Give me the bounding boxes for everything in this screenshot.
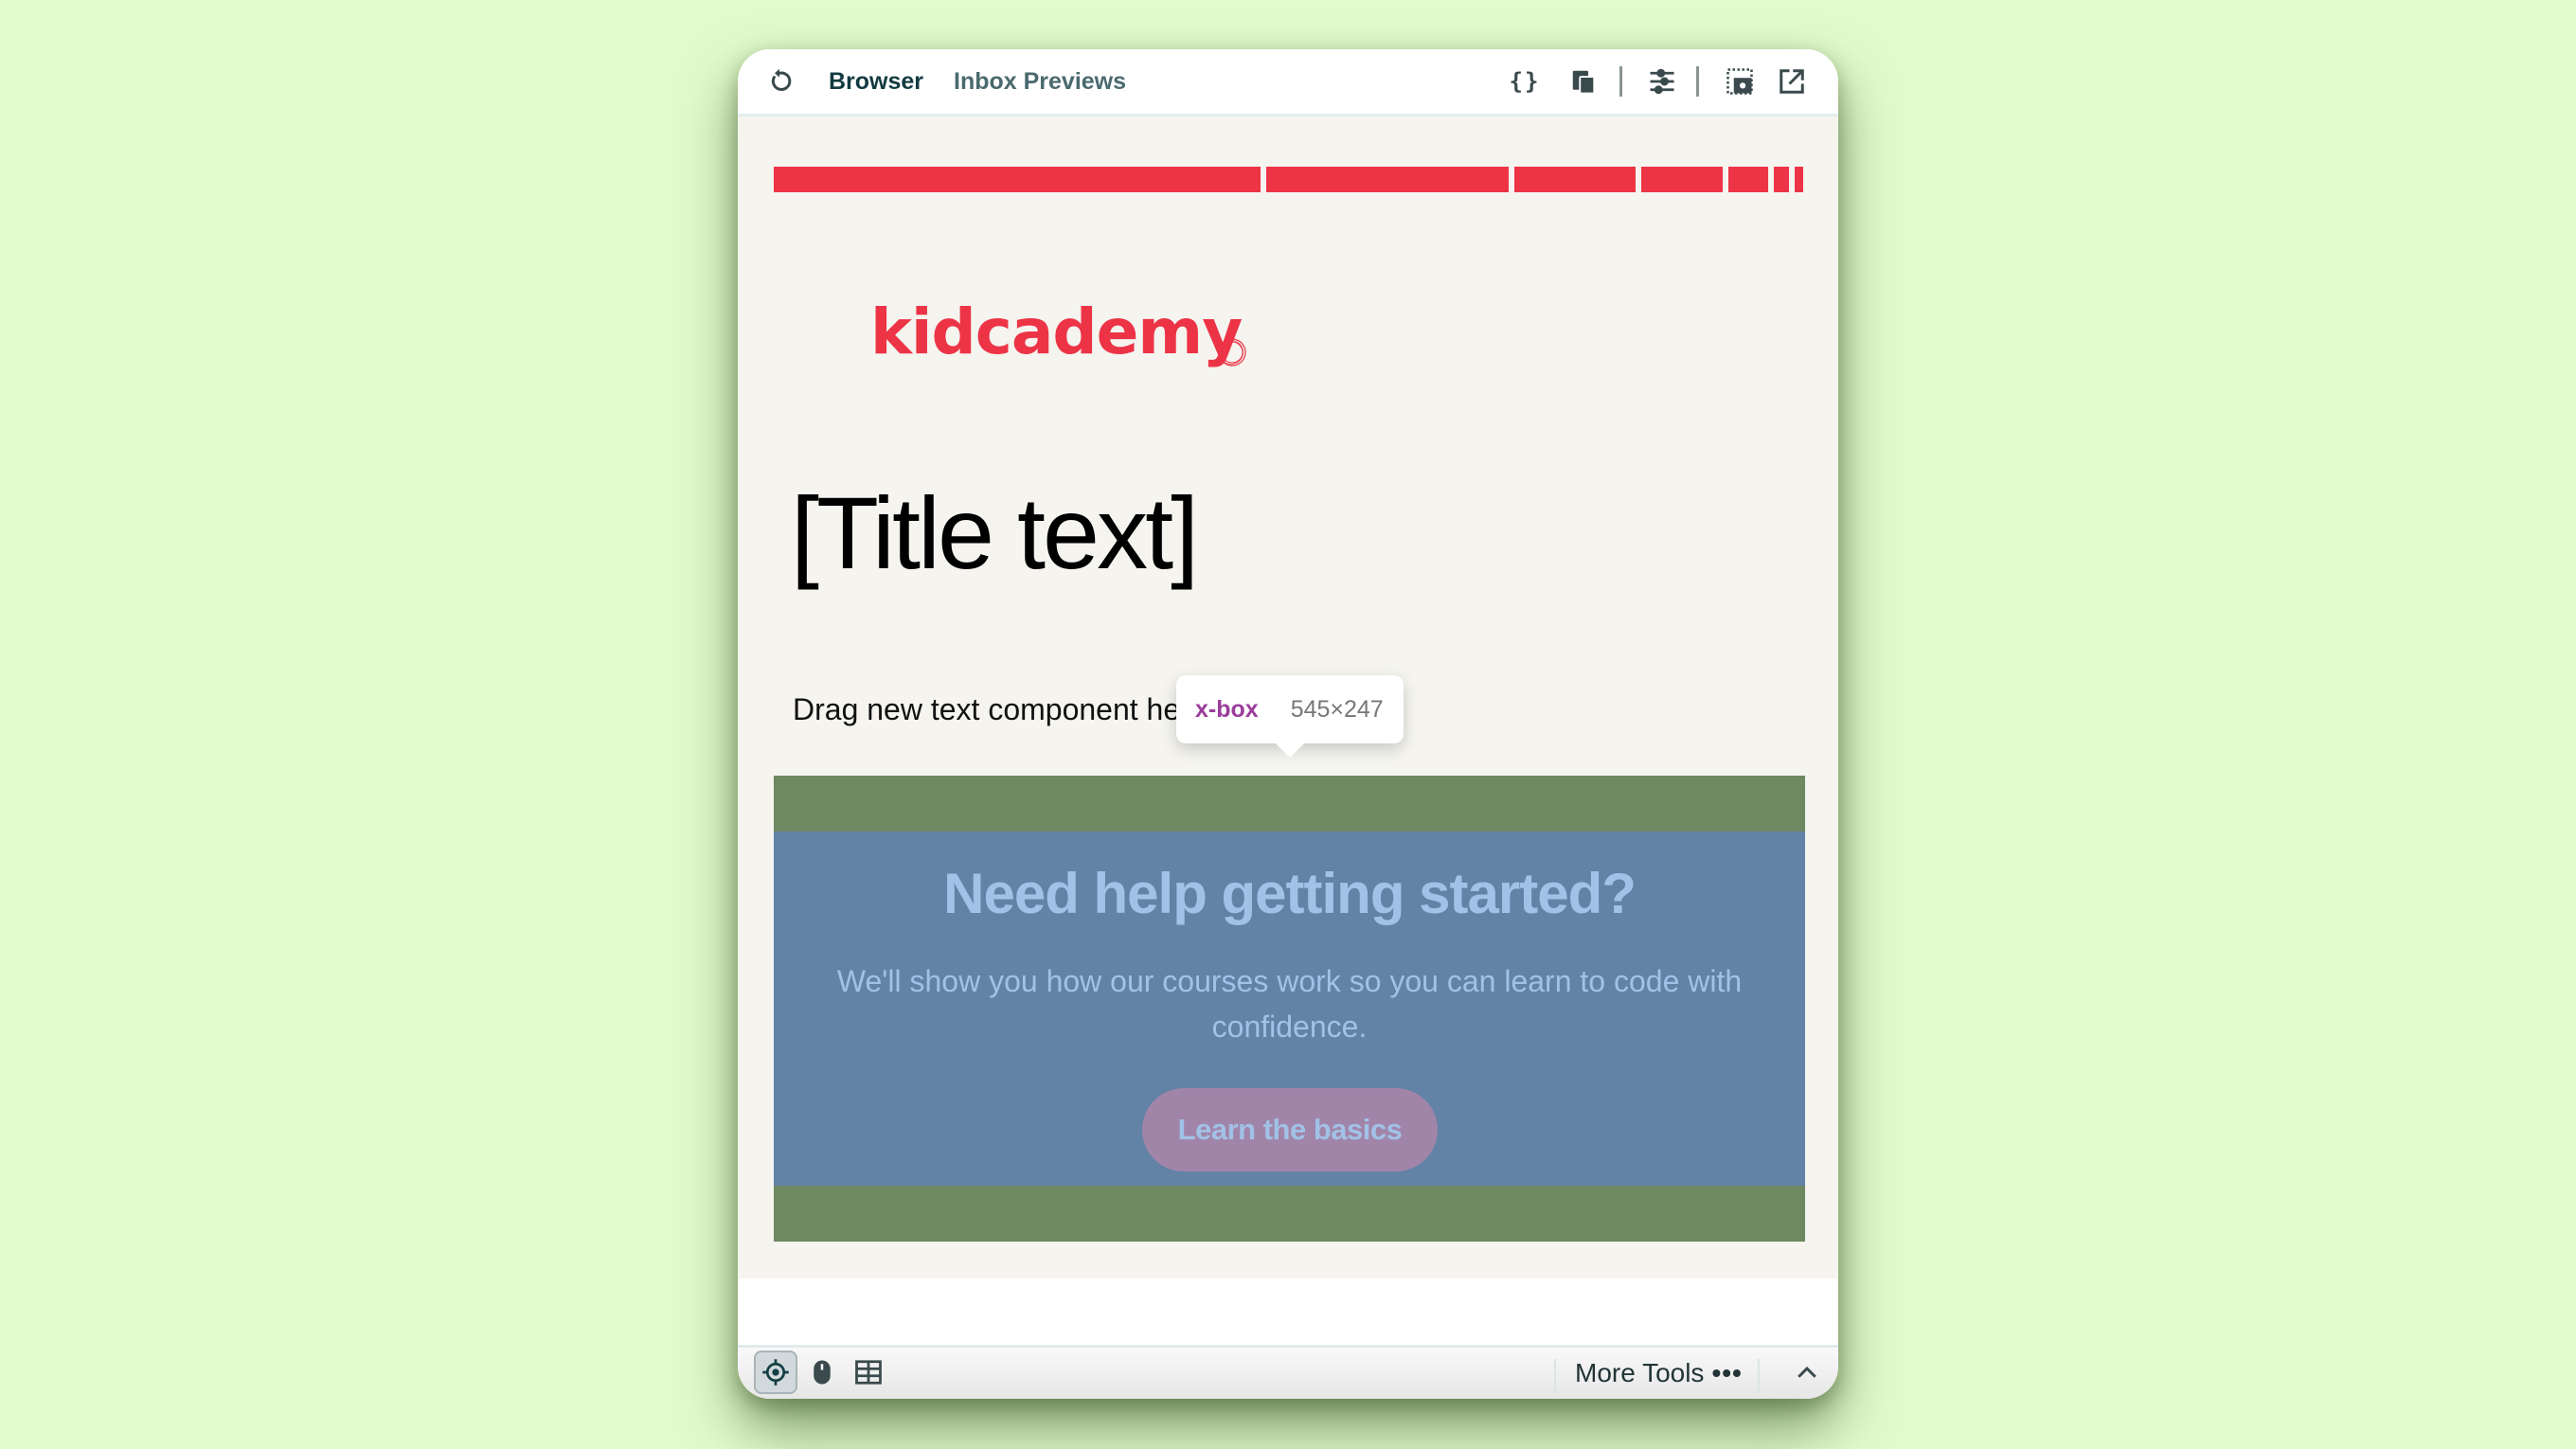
- stripe-segment: [1795, 167, 1803, 192]
- email-preview: kidcademy [Title text] Drag new text com…: [738, 116, 1838, 1279]
- cta-heading: Need help getting started?: [943, 862, 1637, 925]
- inspector-tooltip: x-box 545×247: [1176, 675, 1404, 758]
- top-toolbar: Browser Inbox Previews {}: [738, 49, 1838, 116]
- stripe-segment: [1774, 167, 1789, 192]
- stripe-segment: [774, 167, 1261, 192]
- toolbar-divider: [1696, 66, 1699, 97]
- learn-basics-button[interactable]: Learn the basics: [1142, 1088, 1438, 1172]
- open-external-icon[interactable]: [1775, 64, 1809, 98]
- more-dots-icon: •••: [1711, 1358, 1743, 1387]
- target-icon[interactable]: [754, 1351, 797, 1394]
- tab-browser[interactable]: Browser: [829, 66, 923, 97]
- header-stripe: [774, 167, 1803, 192]
- logo-swirl-icon: [1218, 338, 1246, 367]
- more-tools-button[interactable]: More Tools •••: [1575, 1356, 1743, 1390]
- cta-body: We'll show you how our courses work so y…: [836, 964, 1743, 1044]
- toolbar-divider: [1758, 1359, 1760, 1393]
- toolbar-divider: [1619, 66, 1622, 97]
- copy-devices-icon[interactable]: [1566, 64, 1601, 98]
- mouse-icon[interactable]: [800, 1351, 844, 1394]
- stripe-segment: [1266, 167, 1509, 192]
- tooltip-dimensions: 545×247: [1290, 695, 1384, 723]
- email-title: [Title text]: [791, 475, 1199, 590]
- screenshot-icon[interactable]: [1723, 64, 1757, 98]
- stripe-segment: [1728, 167, 1768, 192]
- more-tools-label: More Tools: [1575, 1358, 1705, 1387]
- x-box-container[interactable]: Need help getting started? We'll show yo…: [774, 776, 1805, 1242]
- toolbar-divider: [1554, 1359, 1556, 1393]
- preview-window: Browser Inbox Previews {} kidcademy [Tit…: [738, 49, 1838, 1399]
- reload-icon[interactable]: [762, 64, 796, 98]
- bottom-toolbar: More Tools •••: [738, 1345, 1838, 1399]
- tooltip-element-name: x-box: [1195, 695, 1259, 723]
- grid-icon[interactable]: [847, 1351, 890, 1394]
- tab-inbox-previews[interactable]: Inbox Previews: [954, 66, 1126, 97]
- sliders-icon[interactable]: [1645, 64, 1679, 98]
- chevron-up-icon[interactable]: [1793, 1359, 1821, 1387]
- brand-logo: kidcademy: [870, 295, 1243, 368]
- cta-section: Need help getting started? We'll show yo…: [774, 832, 1805, 1186]
- code-braces-icon[interactable]: {}: [1508, 64, 1542, 98]
- stripe-segment: [1514, 167, 1636, 192]
- stripe-segment: [1641, 167, 1723, 192]
